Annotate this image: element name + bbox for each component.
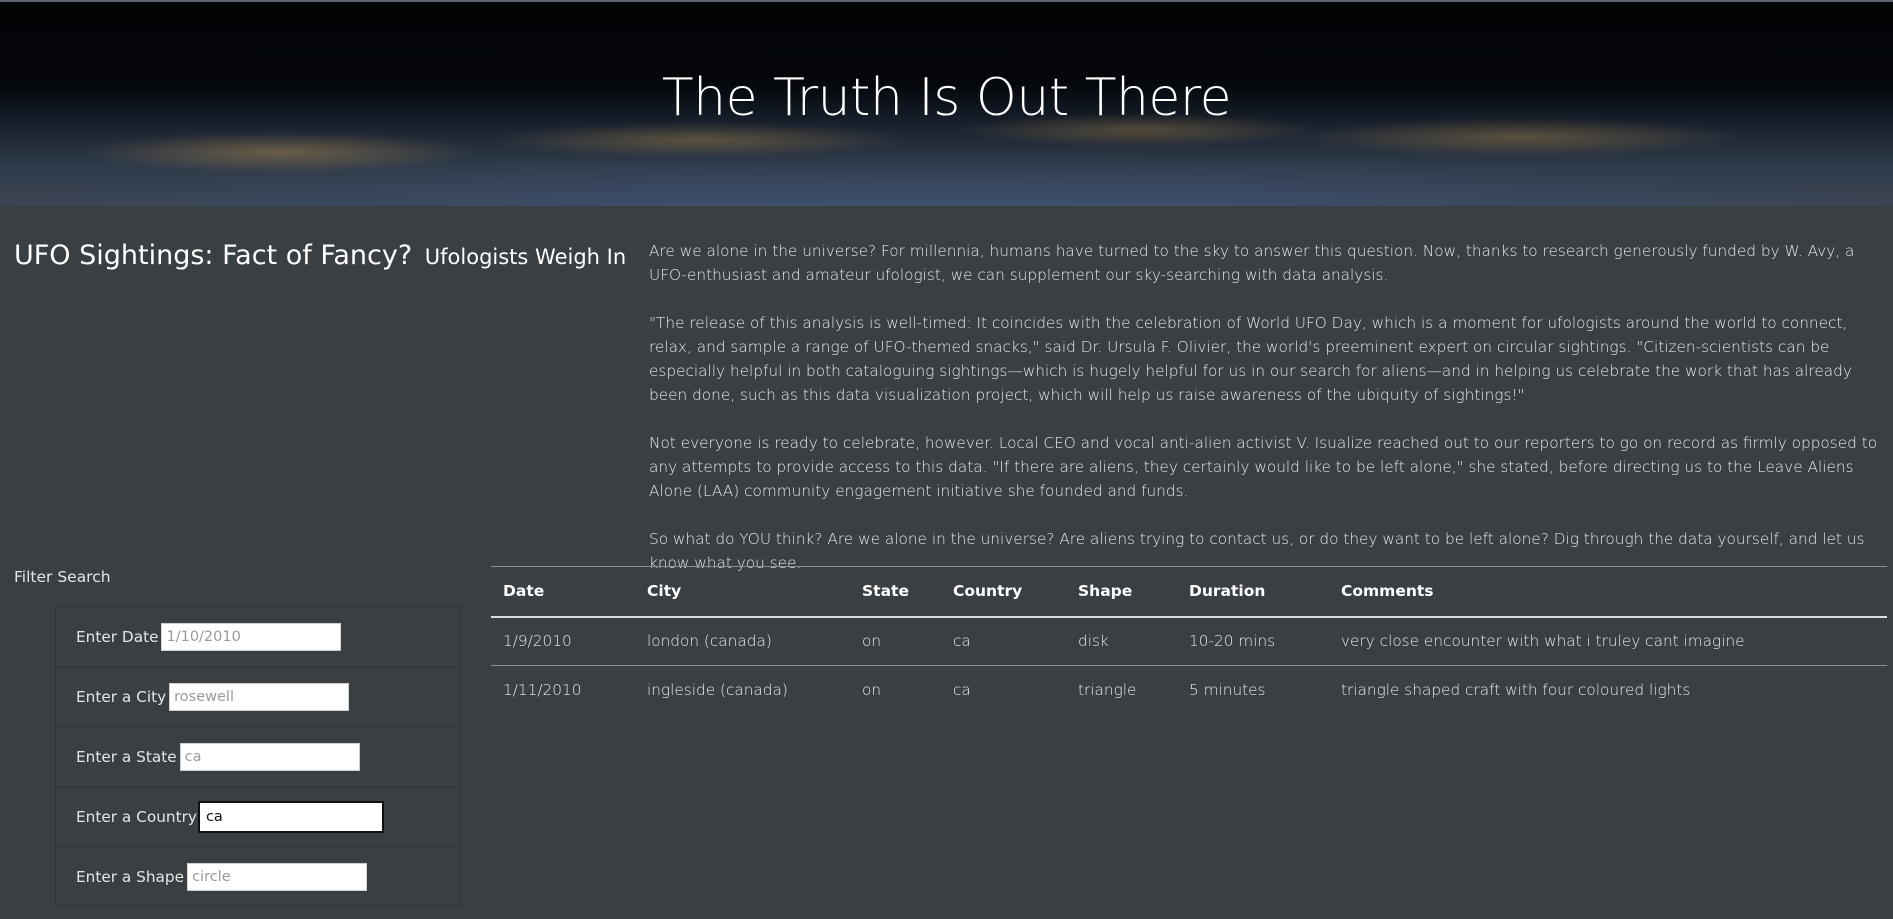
filter-row-city: Enter a City xyxy=(56,667,460,727)
article-body: Are we alone in the universe? For millen… xyxy=(649,239,1881,599)
column-header-duration: Duration xyxy=(1177,566,1329,618)
cell-comments: triangle shaped craft with four coloured… xyxy=(1341,681,1691,700)
filter-search-heading: Filter Search xyxy=(14,568,111,586)
country-filter-input[interactable] xyxy=(197,800,384,833)
cell-state: on xyxy=(850,616,941,666)
filter-row-country: Enter a Country xyxy=(56,787,460,847)
cell-state: on xyxy=(862,681,882,700)
cell-country: ca xyxy=(941,616,1066,666)
headline-sub: Ufologists Weigh In xyxy=(424,245,627,269)
hero-banner: The Truth Is Out There xyxy=(0,0,1893,206)
cell-comments: very close encounter with what i truley … xyxy=(1329,616,1887,666)
column-header-country: Country xyxy=(941,566,1066,618)
cell-shape: disk xyxy=(1066,616,1177,666)
column-header-state: State xyxy=(850,566,941,618)
filter-row-shape: Enter a Shape xyxy=(56,847,460,907)
date-filter-label: Enter Date xyxy=(76,627,159,646)
page-title: The Truth Is Out There xyxy=(661,68,1232,128)
cell-date: 1/11/2010 xyxy=(503,681,582,700)
column-header-shape: Shape xyxy=(1066,566,1177,618)
cell-city: london (canada) xyxy=(635,616,850,666)
article-headline: UFO Sightings: Fact of Fancy? Ufologists… xyxy=(14,240,626,271)
date-filter-input[interactable] xyxy=(161,622,342,651)
cell-duration: 10-20 mins xyxy=(1177,616,1329,666)
city-filter-input[interactable] xyxy=(169,682,350,711)
sightings-table: Date City State Country Shape Duration C… xyxy=(491,566,1887,715)
cell-city: ingleside (canada) xyxy=(647,681,788,700)
state-filter-input[interactable] xyxy=(179,742,360,771)
column-header-comments: Comments xyxy=(1329,566,1887,618)
table-row: 1/11/2010 ingleside (canada) on ca trian… xyxy=(491,666,1887,715)
shape-filter-label: Enter a Shape xyxy=(76,868,185,886)
column-header-city: City xyxy=(635,566,850,618)
state-filter-label: Enter a State xyxy=(76,747,177,766)
sightings-table-wrapper: Date City State Country Shape Duration C… xyxy=(491,566,1887,715)
cell-date: 1/9/2010 xyxy=(491,616,635,666)
article-paragraph: Are we alone in the universe? For millen… xyxy=(649,242,1855,284)
shape-filter-input[interactable] xyxy=(187,863,368,891)
table-header-row: Date City State Country Shape Duration C… xyxy=(491,566,1887,618)
cell-country: ca xyxy=(953,681,971,700)
cell-duration: 5 minutes xyxy=(1189,681,1266,700)
table-row: 1/9/2010 london (canada) on ca disk 10-2… xyxy=(491,616,1887,666)
filter-row-state: Enter a State xyxy=(56,727,460,787)
cell-shape: triangle xyxy=(1078,681,1137,700)
city-filter-label: Enter a City xyxy=(76,687,167,706)
article-paragraph: Not everyone is ready to celebrate, howe… xyxy=(649,434,1878,500)
headline-main: UFO Sightings: Fact of Fancy? xyxy=(14,240,413,271)
article-paragraph: "The release of this analysis is well-ti… xyxy=(649,314,1852,404)
column-header-date: Date xyxy=(491,566,635,618)
filter-panel: Enter Date Enter a City Enter a State En… xyxy=(55,606,461,906)
filter-row-date: Enter Date xyxy=(56,607,460,667)
country-filter-label: Enter a Country xyxy=(76,807,197,826)
